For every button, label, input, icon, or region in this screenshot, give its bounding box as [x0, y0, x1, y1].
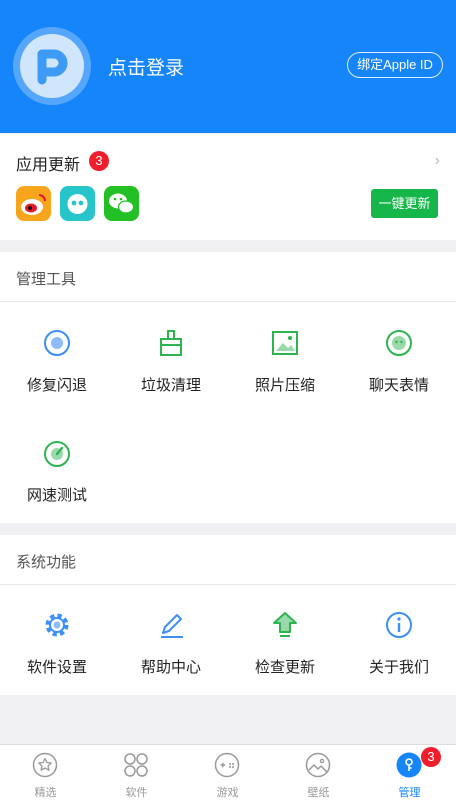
divider	[0, 584, 456, 585]
speed-icon	[44, 441, 70, 467]
tab-label: 壁纸	[307, 787, 330, 799]
tool-label: 检查更新	[254, 659, 315, 676]
update-all-button[interactable]: 一键更新	[371, 189, 438, 218]
system-functions-title: 系统功能	[16, 554, 77, 571]
chevron-right-icon[interactable]: ›	[435, 152, 440, 170]
tab-software[interactable]: 软件	[91, 745, 182, 800]
management-tools-panel: 管理工具 修复闪退 垃圾清理 照片压缩 聊天表情 网速测试	[0, 252, 456, 523]
check-update-button[interactable]: 检查更新	[228, 609, 342, 677]
tab-label: 管理	[398, 787, 421, 799]
gear-icon	[45, 613, 69, 637]
tab-label: 软件	[125, 787, 148, 799]
app-logo-icon	[20, 34, 84, 98]
tool-label: 聊天表情	[368, 377, 429, 394]
tool-label: 帮助中心	[140, 659, 201, 676]
tool-label: 软件设置	[26, 659, 87, 676]
avatar[interactable]	[13, 27, 91, 105]
wallpaper-icon	[305, 752, 331, 778]
tool-label: 关于我们	[368, 659, 429, 676]
info-icon	[386, 612, 412, 638]
tool-label: 修复闪退	[26, 377, 87, 394]
photo-compress-button[interactable]: 照片压缩	[228, 327, 342, 395]
repair-icon	[44, 330, 70, 356]
gamepad-icon	[214, 752, 240, 778]
tool-label: 照片压缩	[254, 377, 315, 394]
weibo-app-icon[interactable]	[16, 186, 51, 221]
speed-test-button[interactable]: 网速测试	[0, 437, 114, 505]
management-tools-title: 管理工具	[16, 271, 77, 288]
system-functions-panel: 系统功能 软件设置 帮助中心 检查更新 关于我们	[0, 535, 456, 695]
bind-apple-id-button[interactable]: 绑定Apple ID	[347, 52, 443, 78]
wechat-app-icon[interactable]	[104, 186, 139, 221]
upgrade-icon	[273, 612, 297, 637]
help-center-button[interactable]: 帮助中心	[114, 609, 228, 677]
update-count-badge: 3	[89, 151, 109, 171]
photo-icon	[272, 331, 298, 355]
tool-label: 网速测试	[26, 487, 87, 504]
login-link[interactable]: 点击登录	[108, 53, 184, 80]
tab-manage[interactable]: 管理	[364, 745, 455, 800]
junk-clean-button[interactable]: 垃圾清理	[114, 327, 228, 395]
manage-icon	[396, 752, 422, 778]
apps-icon	[124, 753, 148, 777]
app-updates-panel[interactable]: 应用更新 › 一键更新	[0, 134, 456, 240]
software-settings-button[interactable]: 软件设置	[0, 609, 114, 677]
manage-badge: 3	[421, 747, 441, 767]
profile-header: 点击登录 绑定Apple ID	[0, 0, 456, 133]
star-icon	[32, 752, 58, 778]
bottom-tab-bar: 精选 软件 游戏 壁纸 管理	[0, 744, 456, 800]
tool-label: 垃圾清理	[140, 377, 201, 394]
tab-label: 游戏	[216, 787, 239, 799]
app-updates-title: 应用更新	[16, 157, 81, 174]
tab-wallpaper[interactable]: 壁纸	[273, 745, 364, 800]
clean-icon	[160, 330, 182, 356]
tab-games[interactable]: 游戏	[182, 745, 273, 800]
tab-featured[interactable]: 精选	[0, 745, 91, 800]
repair-crash-button[interactable]: 修复闪退	[0, 327, 114, 395]
about-us-button[interactable]: 关于我们	[342, 609, 456, 677]
emoji-icon	[386, 330, 412, 356]
qq-app-icon[interactable]	[60, 186, 95, 221]
divider	[0, 301, 456, 302]
pencil-icon	[161, 614, 183, 638]
chat-emoji-button[interactable]: 聊天表情	[342, 327, 456, 395]
tab-label: 精选	[34, 787, 57, 799]
